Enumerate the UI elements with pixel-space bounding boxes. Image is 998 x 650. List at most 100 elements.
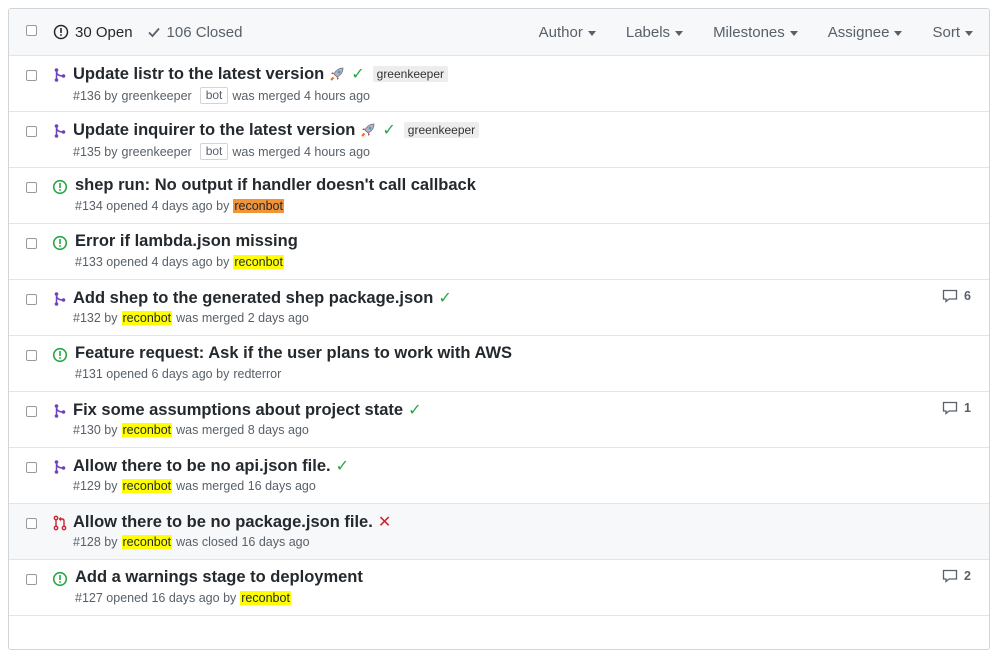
- issue-number: #133: [75, 255, 103, 269]
- issue-number: #127: [75, 591, 103, 605]
- row-checkbox[interactable]: [26, 126, 37, 137]
- issue-title-link[interactable]: Add shep to the generated shep package.j…: [73, 289, 433, 308]
- status-text: was merged 4 hours ago: [232, 144, 370, 159]
- status-text: was merged 16 days ago: [176, 479, 316, 493]
- author-link[interactable]: redterror: [233, 367, 281, 381]
- issue-title-link[interactable]: shep run: No output if handler doesn't c…: [75, 176, 476, 195]
- label-greenkeeper[interactable]: greenkeeper: [403, 122, 480, 138]
- issue-title-link[interactable]: Allow there to be no api.json file.: [73, 457, 331, 476]
- by-label: by: [104, 88, 118, 103]
- issue-meta: #134 opened 4 days ago by reconbot: [75, 199, 288, 213]
- milestones-filter[interactable]: Milestones: [713, 24, 798, 41]
- comment-count: 1: [964, 401, 971, 415]
- list-item: Update inquirer to the latest version ✓ …: [9, 112, 989, 168]
- list-item: Allow there to be no package.json file. …: [9, 504, 989, 560]
- opened-text: opened 6 days ago by: [106, 367, 230, 381]
- author-link[interactable]: greenkeeper: [122, 89, 192, 103]
- list-item: Allow there to be no api.json file. ✓ #1…: [9, 448, 989, 504]
- author-link[interactable]: reconbot: [121, 535, 173, 549]
- author-link[interactable]: reconbot: [233, 199, 284, 213]
- author-link[interactable]: greenkeeper: [122, 145, 192, 159]
- row-checkbox[interactable]: [26, 462, 37, 473]
- issue-opened-icon: [53, 24, 69, 40]
- author-link[interactable]: reconbot: [121, 423, 173, 437]
- issue-number: #128: [73, 535, 101, 549]
- x-icon: ✕: [377, 514, 392, 531]
- status-text: was merged 2 days ago: [176, 311, 309, 325]
- list-item: Error if lambda.json missing #133 opened…: [9, 224, 989, 280]
- git-merge-icon: [54, 404, 66, 418]
- comments-link[interactable]: 6: [942, 289, 971, 303]
- check-icon: ✓: [335, 458, 350, 475]
- author-link[interactable]: reconbot: [121, 479, 173, 493]
- bot-badge: bot: [199, 87, 229, 104]
- row-checkbox[interactable]: [26, 574, 37, 585]
- list-item: Add shep to the generated shep package.j…: [9, 280, 989, 336]
- issue-meta: #128 by reconbot was closed 16 days ago: [73, 535, 310, 549]
- by-label: by: [104, 311, 118, 325]
- rocket-icon: [361, 123, 375, 137]
- issue-meta: #131 opened 6 days ago by redterror: [75, 367, 285, 381]
- select-all-checkbox[interactable]: [26, 25, 37, 36]
- sort-filter[interactable]: Sort: [932, 24, 973, 41]
- status-text: was merged 4 hours ago: [232, 88, 370, 103]
- author-link[interactable]: reconbot: [121, 311, 173, 325]
- by-label: by: [104, 479, 118, 493]
- author-link[interactable]: reconbot: [233, 255, 284, 269]
- issue-number: #129: [73, 479, 101, 493]
- chevron-down-icon: [965, 30, 973, 36]
- git-merge-icon: [54, 460, 66, 474]
- row-checkbox[interactable]: [26, 294, 37, 305]
- list-item: Add a warnings stage to deployment #127 …: [9, 560, 989, 616]
- issue-opened-icon: [52, 179, 68, 195]
- issue-title-link[interactable]: Allow there to be no package.json file.: [73, 513, 373, 532]
- comment-icon: [942, 569, 958, 583]
- issue-number: #135: [73, 144, 101, 159]
- git-merge-icon: [54, 292, 66, 306]
- check-icon: [147, 27, 160, 38]
- comment-count: 6: [964, 289, 971, 303]
- issue-title-link[interactable]: Update listr to the latest version: [73, 65, 324, 84]
- list-item: Fix some assumptions about project state…: [9, 392, 989, 448]
- issue-number: #132: [73, 311, 101, 325]
- issue-number: #136: [73, 88, 101, 103]
- row-checkbox[interactable]: [26, 182, 37, 193]
- author-link[interactable]: reconbot: [240, 591, 291, 605]
- git-merge-icon: [54, 68, 66, 82]
- list-item: Feature request: Ask if the user plans t…: [9, 336, 989, 392]
- git-merge-icon: [54, 124, 66, 138]
- author-filter-label: Author: [538, 23, 583, 41]
- issue-title-link[interactable]: Error if lambda.json missing: [75, 232, 298, 251]
- state-toggle: 30 Open 106 Closed: [53, 9, 256, 55]
- open-issues-link[interactable]: 30 Open: [53, 24, 133, 41]
- issue-number: #131: [75, 367, 103, 381]
- issue-title-link[interactable]: Add a warnings stage to deployment: [75, 568, 363, 587]
- comments-link[interactable]: 2: [942, 569, 971, 583]
- pull-request-closed-icon: [53, 515, 67, 531]
- author-filter[interactable]: Author: [539, 24, 596, 41]
- opened-text: opened 16 days ago by: [106, 591, 237, 605]
- status-text: was closed 16 days ago: [176, 535, 310, 549]
- chevron-down-icon: [894, 30, 903, 36]
- issue-title-link[interactable]: Update inquirer to the latest version: [73, 121, 355, 140]
- closed-issues-link[interactable]: 106 Closed: [147, 24, 242, 41]
- check-icon: ✓: [382, 122, 396, 139]
- row-checkbox[interactable]: [26, 238, 37, 249]
- issue-title-link[interactable]: Feature request: Ask if the user plans t…: [75, 344, 512, 363]
- issue-title-link[interactable]: Fix some assumptions about project state: [73, 401, 403, 420]
- bot-badge: bot: [199, 143, 229, 160]
- assignee-filter[interactable]: Assignee: [828, 24, 903, 41]
- check-icon: ✓: [351, 66, 365, 83]
- by-label: by: [104, 144, 118, 159]
- comments-link[interactable]: 1: [942, 401, 971, 415]
- list-item: Update listr to the latest version ✓ gre…: [9, 56, 989, 112]
- open-count-label: 30 Open: [75, 23, 133, 41]
- row-checkbox[interactable]: [26, 518, 37, 529]
- labels-filter[interactable]: Labels: [626, 24, 684, 41]
- row-checkbox[interactable]: [26, 70, 37, 81]
- row-checkbox[interactable]: [26, 350, 37, 361]
- label-greenkeeper[interactable]: greenkeeper: [372, 66, 449, 82]
- chevron-down-icon: [675, 30, 684, 36]
- issue-opened-icon: [52, 347, 68, 363]
- row-checkbox[interactable]: [26, 406, 37, 417]
